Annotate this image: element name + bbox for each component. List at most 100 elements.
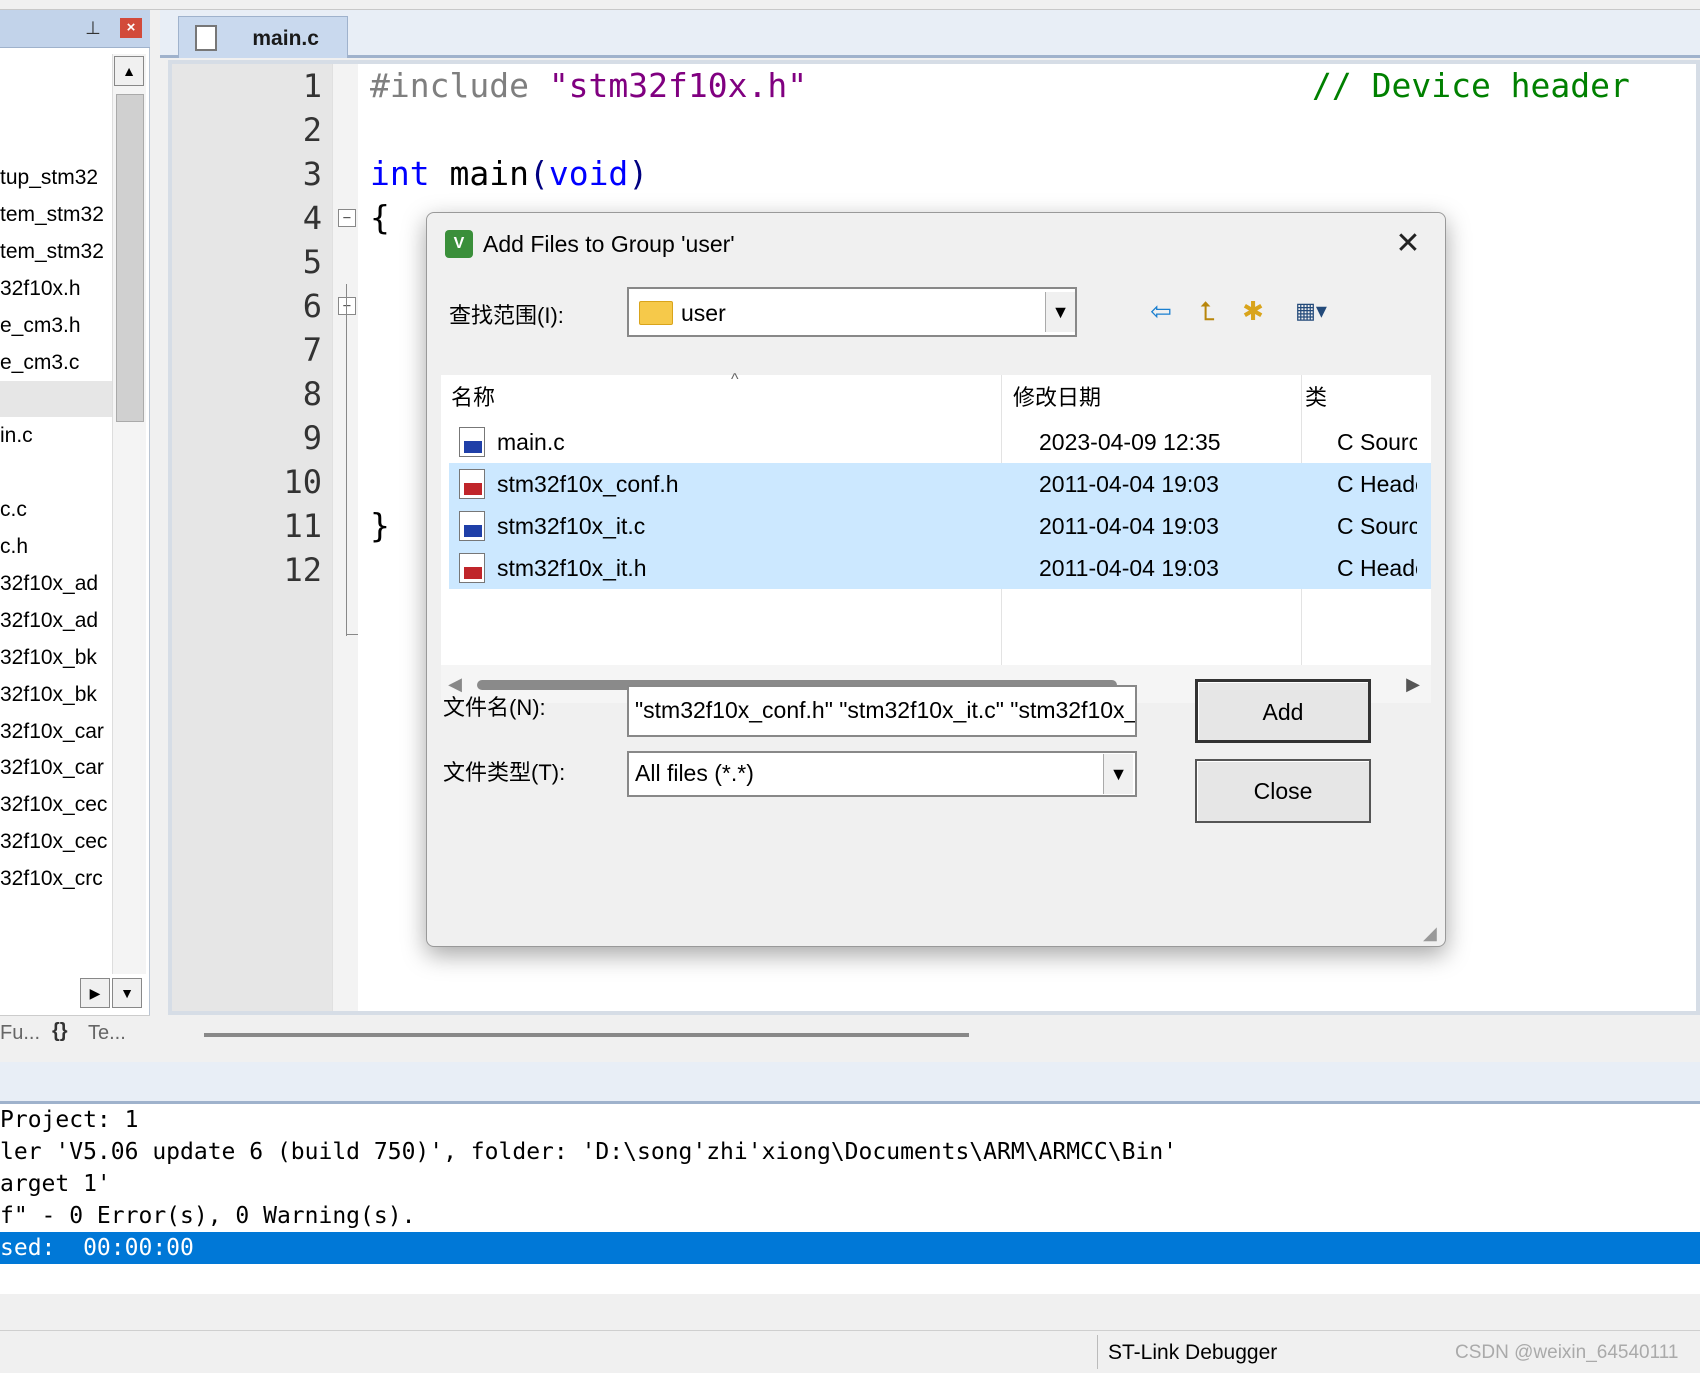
file-name: stm32f10x_conf.h <box>497 471 679 497</box>
tree-item[interactable]: 32f10x_bk <box>0 677 112 713</box>
string-literal: "stm32f10x.h" <box>548 66 808 105</box>
line-number: 9 <box>302 419 322 457</box>
add-files-dialog: V Add Files to Group 'user' ✕ 查找范围(I): u… <box>426 212 1446 947</box>
paren: ) <box>628 154 649 193</box>
tree-item[interactable]: 32f10x_bk <box>0 640 112 676</box>
file-date: 2023-04-09 12:35 <box>1039 429 1221 455</box>
tree-item[interactable]: 32f10x_crc <box>0 861 112 897</box>
tree-item[interactable]: tup_stm32 <box>0 160 112 196</box>
view-menu-icon[interactable]: ▦▾ <box>1283 293 1339 329</box>
file-type: C Header file <box>1337 471 1417 497</box>
tree-item[interactable]: e_cm3.h <box>0 308 112 344</box>
watermark-text: CSDN @weixin_64540111 <box>1455 1342 1679 1363</box>
output-line: ler 'V5.06 update 6 (build 750)', folder… <box>0 1139 1178 1165</box>
line-number: 10 <box>283 463 322 501</box>
build-output-pane[interactable]: Project: 1 ler 'V5.06 update 6 (build 750… <box>0 1104 1700 1294</box>
c-header-file-icon <box>459 553 485 583</box>
chevron-down-icon[interactable]: ▼ <box>1103 754 1133 794</box>
output-line: f" - 0 Error(s), 0 Warning(s). <box>0 1203 416 1229</box>
file-type: C Header file <box>1337 555 1417 581</box>
templates-icon: {} <box>52 1020 68 1042</box>
close-icon[interactable]: × <box>120 18 142 38</box>
back-arrow-icon[interactable]: ⇦ <box>1143 293 1179 329</box>
c-source-file-icon <box>459 511 485 541</box>
output-line: Project: 1 <box>0 1107 139 1133</box>
new-folder-icon[interactable]: ✱ <box>1235 293 1271 329</box>
tree-item[interactable]: in.c <box>0 418 112 454</box>
column-name[interactable]: 名称 <box>441 375 1001 421</box>
dialog-title: Add Files to Group 'user' <box>483 231 735 257</box>
close-button[interactable]: Close <box>1195 759 1371 823</box>
tree-item[interactable]: 32f10x_ad <box>0 566 112 602</box>
file-icon <box>195 25 217 51</box>
dialog-close-button[interactable]: ✕ <box>1383 225 1433 263</box>
fold-toggle-icon[interactable]: − <box>338 297 356 315</box>
tab-label: main.c <box>252 27 319 50</box>
chevron-down-icon[interactable]: ▼ <box>1045 292 1075 332</box>
file-row[interactable]: stm32f10x_conf.h 2011-04-04 19:03 C Header… <box>449 463 1431 505</box>
tree-item[interactable]: 32f10x.h <box>0 271 112 307</box>
tree-item[interactable]: 32f10x_car <box>0 750 112 786</box>
filetype-combobox[interactable]: All files (*.*) ▼ <box>627 751 1137 797</box>
filetype-value: All files (*.*) <box>635 760 754 786</box>
look-in-combobox[interactable]: user ▼ <box>627 287 1077 337</box>
file-name: stm32f10x_it.c <box>497 513 646 539</box>
tree-item[interactable]: c.h <box>0 529 112 565</box>
pin-icon[interactable]: ⊥ <box>84 18 102 38</box>
filename-input[interactable]: "stm32f10x_conf.h" "stm32f10x_it.c" "stm… <box>627 685 1137 737</box>
tree-item[interactable]: 32f10x_cec <box>0 787 112 823</box>
line-number: 6 <box>302 287 322 325</box>
tab-main-c[interactable]: main.c <box>178 16 348 58</box>
editor-horizontal-scrollbar[interactable] <box>168 1018 1700 1058</box>
editor-scroll-thumb[interactable] <box>204 1033 969 1037</box>
tree-item[interactable] <box>0 381 112 418</box>
tree-item[interactable]: tem_stm32 <box>0 234 112 270</box>
tab-functions[interactable]: Fu... <box>0 1022 40 1045</box>
tree-item[interactable]: 32f10x_car <box>0 714 112 750</box>
line-number: 8 <box>302 375 322 413</box>
line-number: 1 <box>302 67 322 105</box>
column-date[interactable]: 修改日期 <box>1003 375 1301 421</box>
fold-toggle-icon[interactable]: − <box>338 209 356 227</box>
scroll-right-icon[interactable]: ▶ <box>1403 673 1423 695</box>
tree-item[interactable]: 32f10x_ad <box>0 603 112 639</box>
tree-vertical-scrollbar[interactable]: ▲ <box>112 54 146 974</box>
line-number: 11 <box>283 507 322 545</box>
file-row[interactable]: stm32f10x_it.c 2011-04-04 19:03 C Source f… <box>449 505 1431 547</box>
c-source-file-icon <box>459 427 485 457</box>
output-line: arget 1' <box>0 1171 111 1197</box>
tree-item[interactable]: tem_stm32 <box>0 197 112 233</box>
file-row[interactable]: main.c 2023-04-09 12:35 C Source file <box>449 421 1431 463</box>
line-number: 12 <box>283 551 322 589</box>
line-number: 5 <box>302 243 322 281</box>
code-line-1: #include "stm32f10x.h" <box>370 64 807 108</box>
tree-item[interactable] <box>0 455 112 491</box>
project-panel: ⊥ × tup_stm32 tem_stm32 tem_stm32 32f10x.h e… <box>0 10 150 1055</box>
fold-guide-end <box>346 634 358 635</box>
preprocessor-directive: #include <box>370 66 549 105</box>
tree-item[interactable]: c.c <box>0 492 112 528</box>
file-name: main.c <box>497 429 565 455</box>
code-line-4: { <box>370 198 390 237</box>
resize-grip-icon[interactable]: ◢ <box>1423 923 1443 943</box>
column-type[interactable]: 类型 <box>1303 375 1331 421</box>
status-divider <box>1097 1335 1098 1369</box>
folder-icon <box>639 301 673 325</box>
line-number: 4 <box>302 199 322 237</box>
keil-app-icon: V <box>445 230 473 258</box>
project-panel-header: ⊥ × <box>0 10 150 48</box>
scroll-up-icon[interactable]: ▲ <box>114 56 144 86</box>
fold-margin <box>332 64 358 1011</box>
tab-templates[interactable]: Te... <box>88 1022 126 1045</box>
scroll-left-icon[interactable]: ◀ <box>445 673 465 695</box>
file-row[interactable]: stm32f10x_it.h 2011-04-04 19:03 C Header f… <box>449 547 1431 589</box>
tree-scroll-thumb[interactable] <box>116 94 144 422</box>
add-button[interactable]: Add <box>1195 679 1371 743</box>
up-folder-icon[interactable]: ⮤ <box>1189 293 1225 329</box>
scroll-right-icon[interactable]: ▶ <box>80 978 110 1008</box>
scroll-down-icon[interactable]: ▼ <box>112 978 142 1008</box>
sort-ascending-icon: ^ <box>731 371 739 388</box>
tree-item[interactable]: 32f10x_cec <box>0 824 112 860</box>
file-list[interactable]: 名称 ^ 修改日期 类型 main.c 2023-04-09 12:35 C Sou… <box>441 371 1431 703</box>
tree-item[interactable]: e_cm3.c <box>0 345 112 381</box>
